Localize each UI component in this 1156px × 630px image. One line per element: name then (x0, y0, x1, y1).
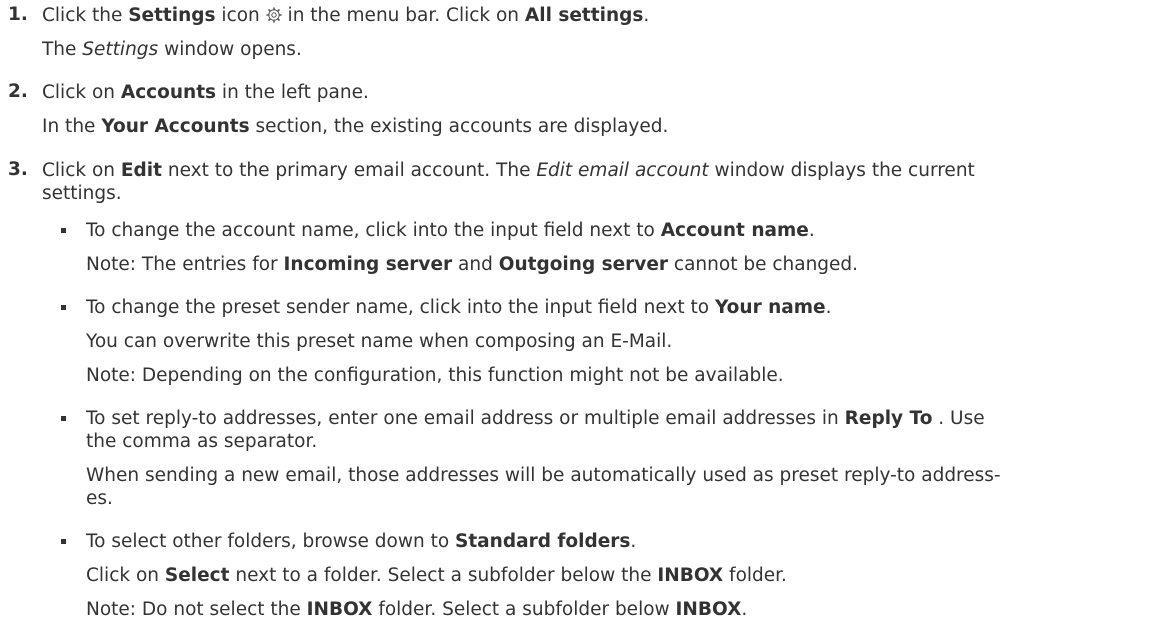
accounts-term: Accounts (120, 82, 217, 103)
bullet-marker (61, 305, 66, 310)
instruction-document: 1. Click the Settings icon in the menu b… (0, 0, 1156, 630)
bullet-2-line-3: Note: Depending on the configuration, th… (86, 365, 784, 386)
bullet-3-line-2: the comma as separator. (86, 431, 318, 452)
your-accounts-term: Your Accounts (101, 116, 250, 137)
step-1-instruction: Click the Settings icon in the menu bar.… (42, 5, 650, 26)
bullet-4-line-2: Click on Select next to a folder. Select… (86, 565, 787, 586)
step-1-result: The Settings window opens. (42, 39, 302, 60)
step-number: 2. (8, 81, 28, 102)
step-3-instruction-cont: settings. (42, 183, 122, 204)
bullet-marker (61, 416, 66, 421)
bullet-marker (61, 228, 66, 233)
bullet-1-line-2: Note: The entries for Incoming server an… (86, 254, 859, 275)
bullet-1-line-1: To change the account name, click into t… (86, 220, 815, 241)
bullet-4-line-3: Note: Do not select the INBOX folder. Se… (86, 599, 748, 620)
gear-icon (265, 7, 282, 23)
all-settings-term: All settings (524, 5, 644, 26)
bullet-2-line-1: To change the preset sender name, click … (86, 297, 832, 318)
step-number: 3. (8, 159, 28, 180)
step-2-instruction: Click on Accounts in the left pane. (42, 82, 369, 103)
bullet-4-line-1: To select other folders, browse down to … (86, 531, 637, 552)
edit-term: Edit (120, 160, 162, 181)
step-2-result: In the Your Accounts section, the existi… (42, 116, 669, 137)
bullet-3-line-4: es. (86, 488, 113, 509)
bullet-marker (61, 539, 66, 544)
settings-term: Settings (128, 5, 216, 26)
bullet-3-line-1: To set reply-to addresses, enter one ema… (86, 408, 985, 429)
bullet-3-line-3: When sending a new email, those addresse… (86, 465, 1001, 486)
step-3-instruction: Click on Edit next to the primary email … (42, 160, 975, 181)
bullet-2-line-2: You can overwrite this preset name when … (86, 331, 673, 352)
step-number: 1. (8, 4, 28, 25)
